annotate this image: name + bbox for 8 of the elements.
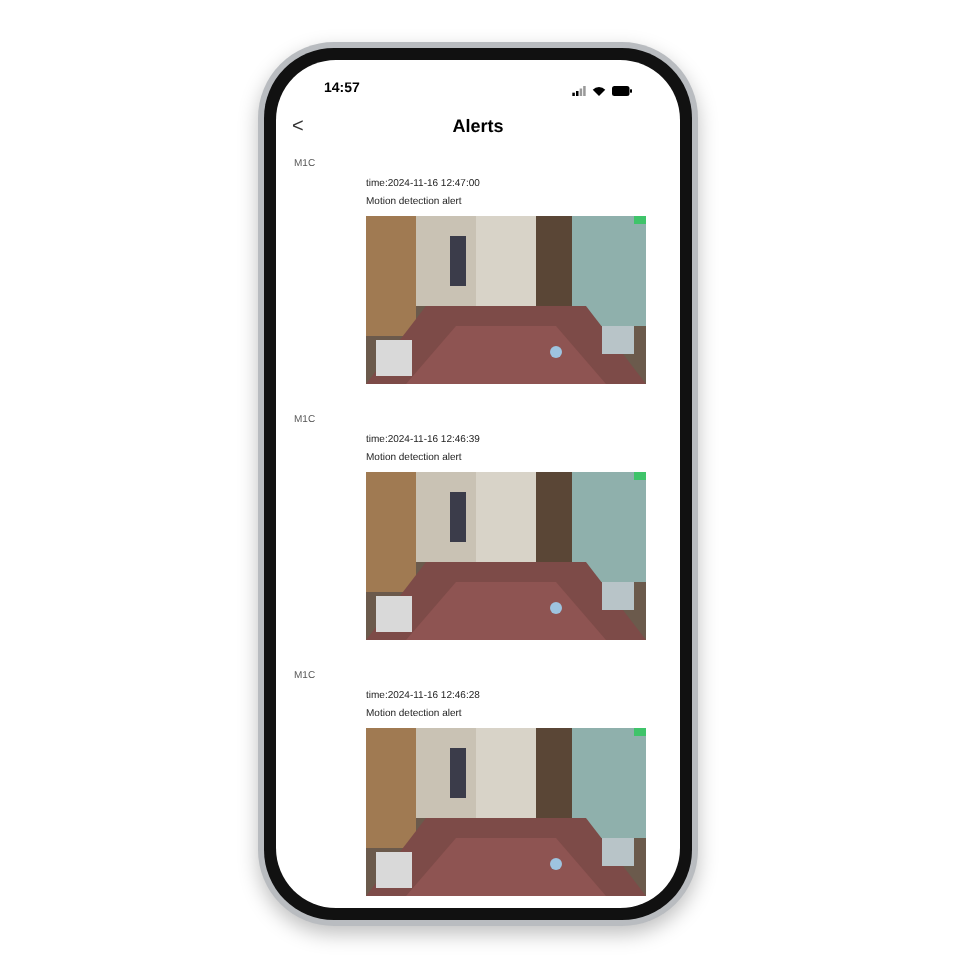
status-tag bbox=[634, 471, 646, 479]
page-title: Alerts bbox=[452, 113, 504, 140]
status-tag bbox=[634, 215, 646, 223]
back-button[interactable]: < bbox=[292, 117, 304, 137]
wifi-icon bbox=[592, 86, 606, 96]
signal-icon bbox=[572, 86, 586, 96]
status-tag bbox=[634, 727, 646, 735]
battery-icon bbox=[612, 86, 632, 96]
